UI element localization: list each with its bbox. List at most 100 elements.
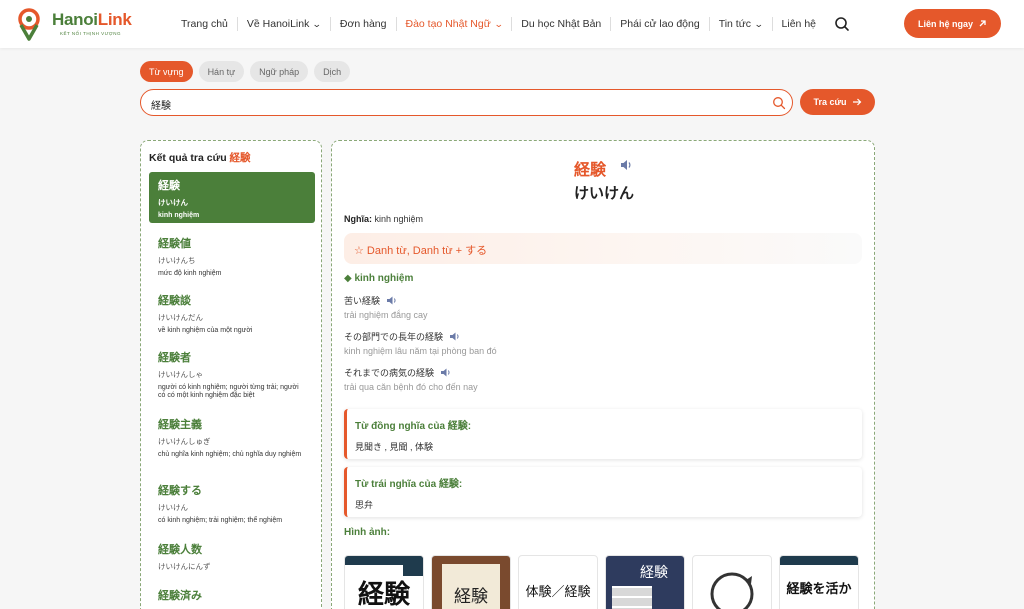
thumbnail-text: 経験 (640, 565, 668, 581)
headword: 経験 (574, 162, 607, 179)
image-thumbnail[interactable]: 経験を活か (779, 555, 859, 609)
list-item[interactable]: 経験者 けいけんしゃ người có kinh nghiệm; người t… (149, 344, 315, 405)
result-meaning: người có kinh nghiệm; người từng trải; n… (158, 384, 299, 399)
search-icon[interactable] (834, 16, 850, 32)
image-thumbnail[interactable]: 経験 (431, 555, 511, 609)
example-highlight: 経験 (362, 296, 381, 306)
example-sentence: 苦い経験 trải nghiệm đắng cay (344, 294, 428, 320)
list-item[interactable]: 経験済み (149, 582, 315, 608)
part-of-speech-box: ☆ Danh từ, Danh từ + する (344, 233, 862, 264)
thumbnail-text: 経験を活か (786, 581, 852, 597)
lookup-tabs: Từ vựng Hán tự Ngữ pháp Dịch (140, 61, 351, 82)
lookup-button[interactable]: Tra cứu (800, 89, 875, 115)
example-highlight: 経験 (416, 368, 435, 378)
results-title: Kết quả tra cứu 経験 (149, 152, 251, 164)
example-jp-text: それまでの病気の (344, 368, 417, 378)
image-thumbnail[interactable]: 体験／経験 (518, 555, 598, 609)
contact-now-button[interactable]: Liên hệ ngay (904, 9, 1001, 38)
example-translation: kinh nghiệm lâu năm tại phòng ban đó (344, 346, 497, 356)
synonyms-box: Từ đồng nghĩa của 経験: 見聞き , 見聞 , 体験 (344, 409, 862, 459)
result-meaning: mức độ kinh nghiệm (158, 270, 222, 277)
word-detail-panel: 経験 けいけん Nghĩa: kinh nghiệm ☆ Danh từ, Da… (331, 140, 875, 609)
result-word: 経験する (158, 485, 202, 497)
antonyms-list[interactable]: 思弁 (355, 498, 373, 511)
list-item[interactable]: 経験主義 けいけんしゅぎ chủ nghĩa kinh nghiệm; chủ … (149, 411, 315, 464)
reading: けいけん (573, 185, 634, 202)
speaker-icon[interactable] (440, 367, 452, 378)
part-of-speech: ☆ Danh từ, Danh từ + する (354, 245, 488, 257)
synonyms-list[interactable]: 見聞き , 見聞 , 体験 (355, 440, 433, 453)
logo-text: HanoiLink (52, 10, 132, 29)
image-thumbnail[interactable]: 経験 (344, 555, 424, 609)
image-thumbnail[interactable] (692, 555, 772, 609)
nav-study-abroad[interactable]: Du học Nhật Bản (511, 17, 610, 31)
search-input[interactable]: 経験 (140, 89, 793, 116)
example-jp-text: その部門での長年の (344, 332, 426, 342)
result-meaning: chủ nghĩa kinh nghiệm; chủ nghĩa duy ngh… (158, 451, 302, 458)
example-translation: trải qua căn bệnh đó cho đến nay (344, 382, 478, 392)
speaker-icon[interactable] (386, 295, 398, 306)
chevron-down-icon: ⌄ (753, 18, 764, 29)
result-kana: けいけん (158, 198, 188, 207)
antonyms-title: Từ trái nghĩa của 経験: (355, 479, 463, 490)
search-icon[interactable] (772, 96, 786, 110)
tab-kanji[interactable]: Hán tự (198, 61, 245, 82)
synonyms-title: Từ đồng nghĩa của 経験: (355, 421, 472, 432)
nav-contact[interactable]: Liên hệ (771, 17, 825, 31)
thumbnail-text: 経験 (357, 579, 410, 609)
result-kana: けいけんにんず (158, 562, 211, 571)
chevron-down-icon: ⌄ (493, 18, 504, 29)
result-word: 経験人数 (158, 544, 202, 556)
result-word: 経験主義 (158, 419, 202, 431)
arrow-right-icon (852, 98, 861, 106)
nav-orders[interactable]: Đơn hàng (329, 17, 396, 31)
main-nav: Trang chủ Về HanoiLink ⌄ Đơn hàng Đào tạo… (172, 0, 825, 48)
list-item[interactable]: 経験値 けいけんち mức độ kinh nghiệm (149, 230, 315, 283)
result-word: 経験済み (158, 590, 202, 602)
nav-labor-export[interactable]: Phái cử lao động (610, 17, 708, 31)
example-translation: trải nghiệm đắng cay (344, 310, 428, 320)
speaker-icon[interactable] (619, 158, 633, 172)
result-word: 経験値 (158, 238, 191, 250)
images-title: Hình ảnh: (344, 527, 391, 538)
meaning-line: Nghĩa: kinh nghiệm (344, 214, 424, 224)
result-word: 経験者 (158, 352, 191, 364)
chevron-down-icon: ⌄ (312, 18, 323, 29)
cycle-diagram-icon (710, 572, 754, 609)
example-sentence: その部門での長年の経験 kinh nghiệm lâu năm tại phòn… (344, 330, 497, 356)
example-sentence: それまでの病気の経験 trải qua căn bệnh đó cho đến … (344, 366, 478, 392)
list-item[interactable]: 経験する けいけん có kinh nghiệm; trải nghiệm; t… (149, 477, 315, 530)
result-word: 経験 (158, 180, 180, 192)
tab-translate[interactable]: Dịch (314, 61, 351, 82)
tab-grammar[interactable]: Ngữ pháp (250, 61, 309, 82)
search-value: 経験 (151, 101, 171, 112)
result-kana: けいけんち (158, 256, 196, 265)
logo[interactable]: HanoiLink KẾT NỐI THỊNH VƯỢNG (14, 6, 132, 42)
speaker-icon[interactable] (449, 331, 461, 342)
results-panel: Kết quả tra cứu 経験 経験 けいけん kinh nghiệm 経… (140, 140, 322, 609)
result-kana: けいけんしゃ (158, 370, 203, 379)
image-gallery: 経験 経験 体験／経験 経験 経験を活か (344, 555, 859, 609)
nav-news[interactable]: Tin tức ⌄ (708, 17, 772, 31)
result-meaning: kinh nghiệm (158, 212, 200, 219)
list-item[interactable]: 経験人数 けいけんにんず (149, 536, 315, 577)
list-item[interactable]: 経験談 けいけんだん về kinh nghiệm của một người (149, 287, 315, 340)
nav-japanese-training[interactable]: Đào tạo Nhật Ngữ ⌄ (395, 17, 512, 31)
result-kana: けいけんだん (158, 313, 203, 322)
image-thumbnail[interactable]: 経験 (605, 555, 685, 609)
result-meaning: về kinh nghiệm của một người (158, 327, 253, 334)
nav-home[interactable]: Trang chủ (172, 17, 237, 31)
sense-heading: ◆ kinh nghiệm (344, 273, 414, 284)
example-highlight: 経験 (425, 332, 444, 342)
result-kana: けいけん (158, 503, 188, 512)
nav-about[interactable]: Về HanoiLink ⌄ (236, 17, 330, 31)
list-item[interactable]: 経験 けいけん kinh nghiệm (149, 172, 315, 223)
site-header: HanoiLink KẾT NỐI THỊNH VƯỢNG Trang chủ … (0, 0, 1024, 48)
tab-vocabulary[interactable]: Từ vựng (140, 61, 193, 82)
example-jp-text: 苦い (344, 296, 363, 306)
result-kana: けいけんしゅぎ (158, 437, 211, 446)
thumbnail-text: 経験 (454, 586, 488, 607)
result-meaning: có kinh nghiệm; trải nghiệm; thể nghiệm (158, 517, 283, 524)
arrow-up-right-icon (979, 20, 986, 27)
logo-tagline: KẾT NỐI THỊNH VƯỢNG (60, 31, 122, 36)
